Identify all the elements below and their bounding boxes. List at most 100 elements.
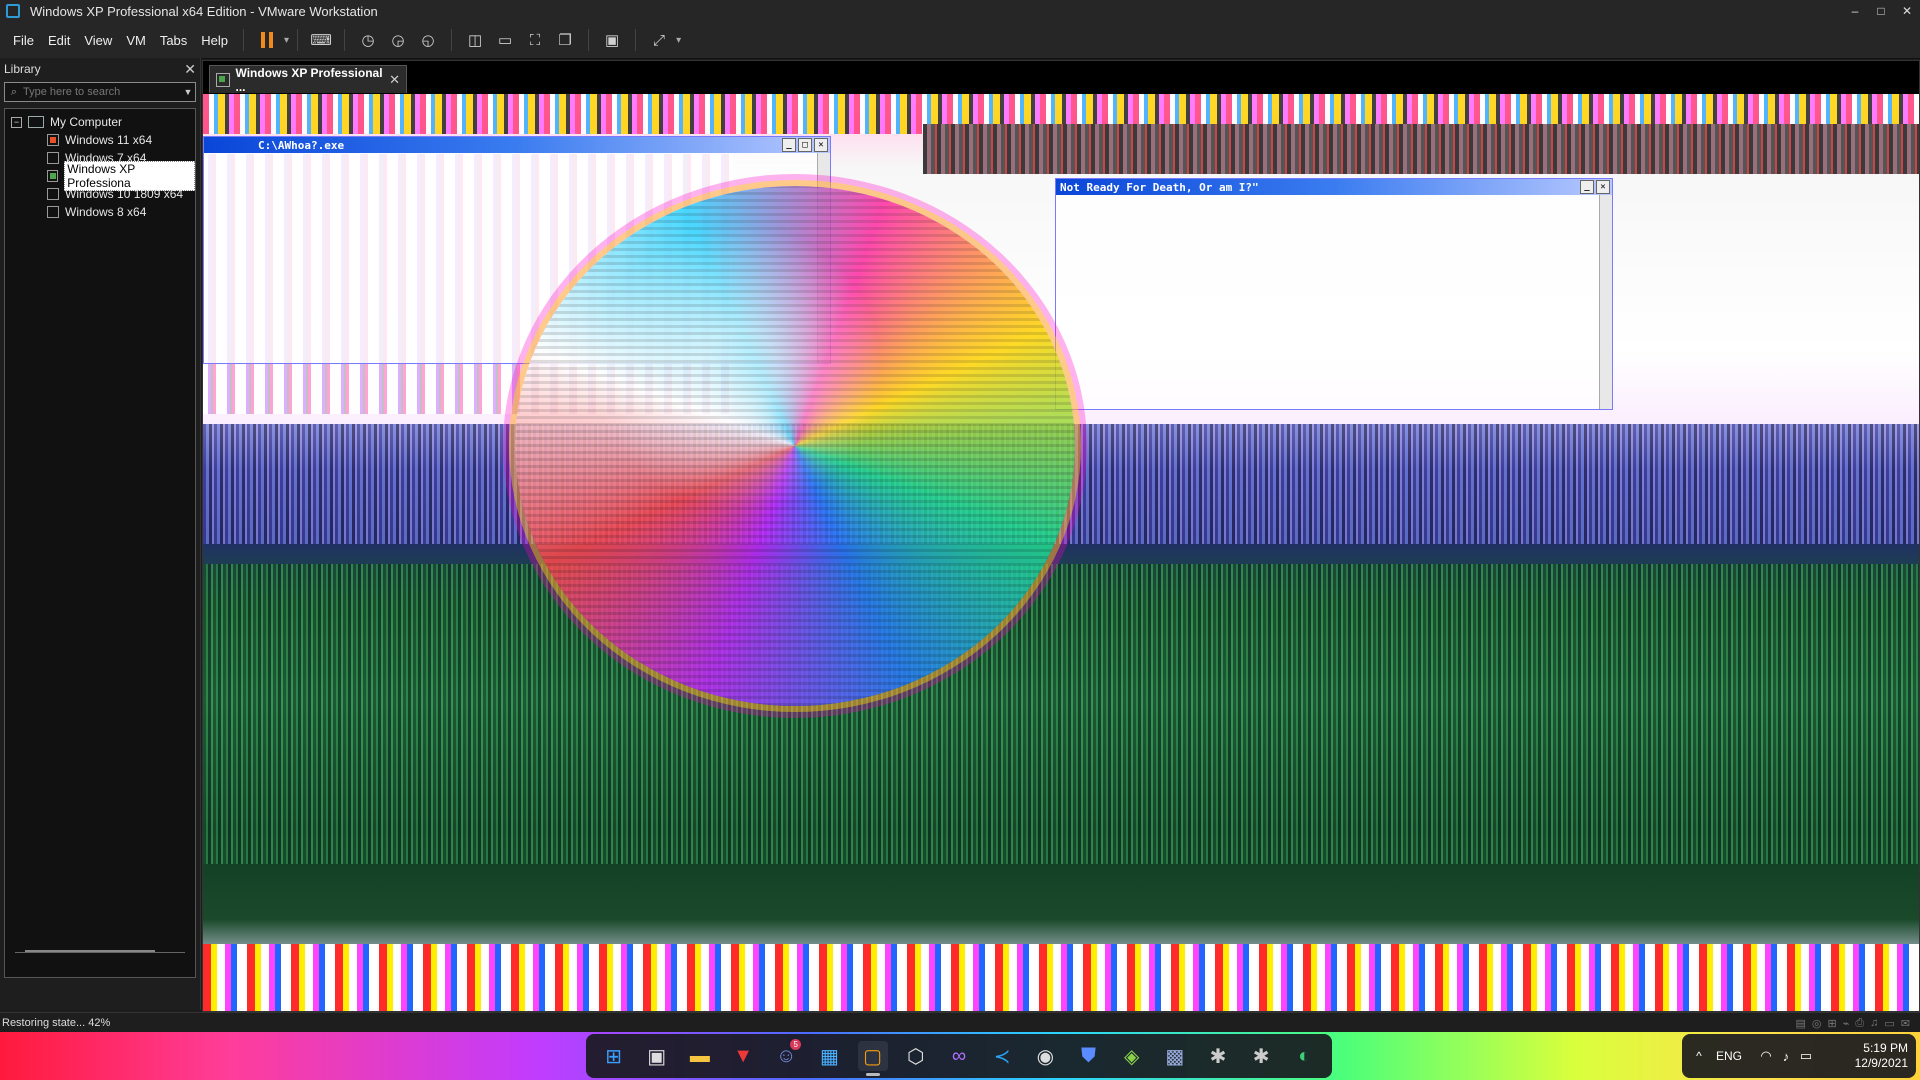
pause-button[interactable]: [254, 27, 280, 53]
guest-close-icon[interactable]: ✕: [814, 138, 828, 152]
menu-view[interactable]: View: [77, 33, 119, 48]
thumbnail-bar-button[interactable]: ▭: [492, 27, 518, 53]
pause-dropdown-chevron-icon[interactable]: ▾: [284, 35, 289, 46]
microsoft-store-button[interactable]: ▦: [814, 1041, 844, 1071]
printer-icon[interactable]: ⎙: [1855, 1017, 1864, 1030]
file-explorer-button[interactable]: ▬: [685, 1041, 715, 1071]
vm-tab-strip: Windows XP Professional ... ✕: [203, 61, 1919, 94]
visual-studio-button[interactable]: ∞: [944, 1041, 974, 1071]
hard-disk-icon[interactable]: ▤: [1795, 1017, 1805, 1030]
start-button[interactable]: ⊞: [599, 1041, 629, 1071]
horizontal-scrollbar[interactable]: [15, 950, 185, 967]
bug-app-button[interactable]: ✱: [1203, 1041, 1233, 1071]
glitch-artifact: [923, 124, 1919, 174]
take-snapshot-button[interactable]: ◷: [355, 27, 381, 53]
stretch-icon: ⤢: [653, 31, 666, 49]
tab-windows-xp[interactable]: Windows XP Professional ... ✕: [209, 65, 407, 94]
show-hidden-icons-chevron-icon[interactable]: ^: [1690, 1049, 1708, 1063]
menu-help[interactable]: Help: [194, 33, 235, 48]
wifi-icon[interactable]: ◠: [1756, 1048, 1776, 1064]
toolbar-separator: [635, 29, 637, 51]
toolbar-separator: [243, 29, 245, 51]
close-button[interactable]: ✕: [1894, 0, 1920, 22]
search-dropdown-chevron-icon[interactable]: ▼: [181, 87, 195, 97]
tab-close-icon[interactable]: ✕: [389, 72, 400, 88]
guest-display[interactable]: C:\AWhoa?.exe _ □ ✕ Not Ready For Death,…: [203, 94, 1919, 1011]
menu-file[interactable]: File: [6, 33, 41, 48]
layers-app-button[interactable]: ◈: [1117, 1041, 1147, 1071]
snapshot-manager-button[interactable]: ◵: [415, 27, 441, 53]
unity-button[interactable]: ❐: [552, 27, 578, 53]
tree-root-my-computer[interactable]: − My Computer: [5, 113, 195, 131]
system-tray: ^ ENG ◠ ♪ ▭ 5:19 PM 12/9/2021: [1682, 1034, 1916, 1078]
menu-and-toolbar: File Edit View VM Tabs Help ▾ ⌨ ◷ ◶ ◵ ◫ …: [0, 22, 1920, 59]
clock-time: 5:19 PM: [1863, 1041, 1908, 1055]
sound-card-icon[interactable]: ♫: [1870, 1017, 1878, 1030]
library-search-input[interactable]: Type here to search: [23, 86, 120, 98]
collapse-toggle-icon[interactable]: −: [11, 116, 22, 128]
menu-edit[interactable]: Edit: [41, 33, 77, 48]
console-view-button[interactable]: ▣: [599, 27, 625, 53]
cube-icon: ⬡: [907, 1045, 925, 1068]
clock[interactable]: 5:19 PM 12/9/2021: [1855, 1041, 1908, 1071]
shield-icon: ⛊: [1080, 1044, 1096, 1067]
folder-icon: ▬: [689, 1044, 710, 1067]
minimize-button[interactable]: –: [1842, 0, 1868, 22]
bitwarden-button[interactable]: ⛊: [1073, 1041, 1103, 1071]
message-log-icon[interactable]: ✉: [1901, 1017, 1910, 1030]
glitch-artifact: [203, 564, 1919, 864]
clock-date: 12/9/2021: [1854, 1056, 1908, 1070]
fullscreen-icon: ⛶: [529, 31, 541, 49]
notification-badge: 5: [790, 1039, 802, 1050]
stretch-dropdown-chevron-icon[interactable]: ▾: [676, 35, 681, 46]
language-indicator[interactable]: ENG: [1716, 1049, 1756, 1063]
guest-minimize-icon[interactable]: _: [1580, 180, 1594, 194]
menu-vm[interactable]: VM: [119, 33, 153, 48]
task-view-button[interactable]: ▣: [642, 1041, 672, 1071]
console-icon: ▣: [604, 32, 620, 49]
full-screen-button[interactable]: ⛶: [522, 27, 548, 53]
vm-item-windows-11[interactable]: Windows 11 x64: [5, 131, 195, 149]
sketch-app-button[interactable]: ▩: [1160, 1041, 1190, 1071]
guest-window-title: C:\AWhoa?.exe: [258, 138, 345, 152]
guest-scrollbar[interactable]: [1599, 195, 1612, 409]
stretch-guest-button[interactable]: ⤢: [646, 27, 672, 53]
cd-drive-icon[interactable]: ◎: [1812, 1017, 1822, 1030]
send-ctrl-alt-del-button[interactable]: ⌨: [308, 27, 334, 53]
vivaldi-button[interactable]: ▼: [728, 1041, 758, 1071]
display-icon[interactable]: ▭: [1884, 1017, 1894, 1030]
guest-close-icon[interactable]: ✕: [1596, 180, 1610, 194]
store-icon: ▦: [819, 1045, 839, 1068]
battery-icon[interactable]: ▭: [1796, 1048, 1816, 1064]
bug-app-2-button[interactable]: ✱: [1246, 1041, 1276, 1071]
guest-window-message[interactable]: Not Ready For Death, Or am I?" _ ✕: [1055, 178, 1613, 410]
3d-viewer-button[interactable]: ⬡: [901, 1041, 931, 1071]
vm-label: Windows 11 x64: [65, 133, 153, 147]
vmware-app-icon[interactable]: [6, 4, 20, 18]
obs-button[interactable]: ◉: [1030, 1041, 1060, 1071]
menu-tabs[interactable]: Tabs: [153, 33, 194, 48]
library-close-icon[interactable]: ✕: [184, 61, 196, 78]
network-adapter-icon[interactable]: ⊞: [1827, 1017, 1836, 1030]
library-search[interactable]: ⌕ Type here to search ▼: [4, 82, 196, 102]
vmware-icon: ▢: [863, 1045, 883, 1068]
vm-item-windows-10[interactable]: Windows 10 1809 x64: [5, 185, 195, 203]
tab-label: Windows XP Professional ...: [235, 65, 383, 94]
usb-device-icon[interactable]: ⌁: [1843, 1017, 1850, 1030]
guest-maximize-icon[interactable]: □: [798, 138, 812, 152]
discord-button[interactable]: ☺ 5: [771, 1039, 802, 1071]
maximize-button[interactable]: □: [1868, 0, 1894, 22]
vm-workspace: Windows XP Professional ... ✕ C:\AWhoa?.…: [202, 60, 1920, 1012]
volume-icon[interactable]: ♪: [1776, 1049, 1796, 1064]
windows-taskbar: ⊞ ▣ ▬ ▼ ☺ 5 ▦ ▢ ⬡ ∞ ≺ ◉ ⛊ ◈ ▩ ✱ ✱ ◐ ^ EN…: [0, 1032, 1920, 1080]
guest-minimize-icon[interactable]: _: [782, 138, 796, 152]
obs-icon: ◉: [1036, 1045, 1055, 1068]
vscode-button[interactable]: ≺: [987, 1041, 1017, 1071]
toolbar-separator: [297, 29, 299, 51]
vm-item-windows-8[interactable]: Windows 8 x64: [5, 203, 195, 221]
show-library-button[interactable]: ◫: [462, 27, 488, 53]
vm-item-windows-xp[interactable]: Windows XP Professiona: [5, 161, 195, 191]
vmware-button[interactable]: ▢: [857, 1041, 888, 1076]
revert-snapshot-button[interactable]: ◶: [385, 27, 411, 53]
edge-button[interactable]: ◐: [1289, 1041, 1319, 1071]
